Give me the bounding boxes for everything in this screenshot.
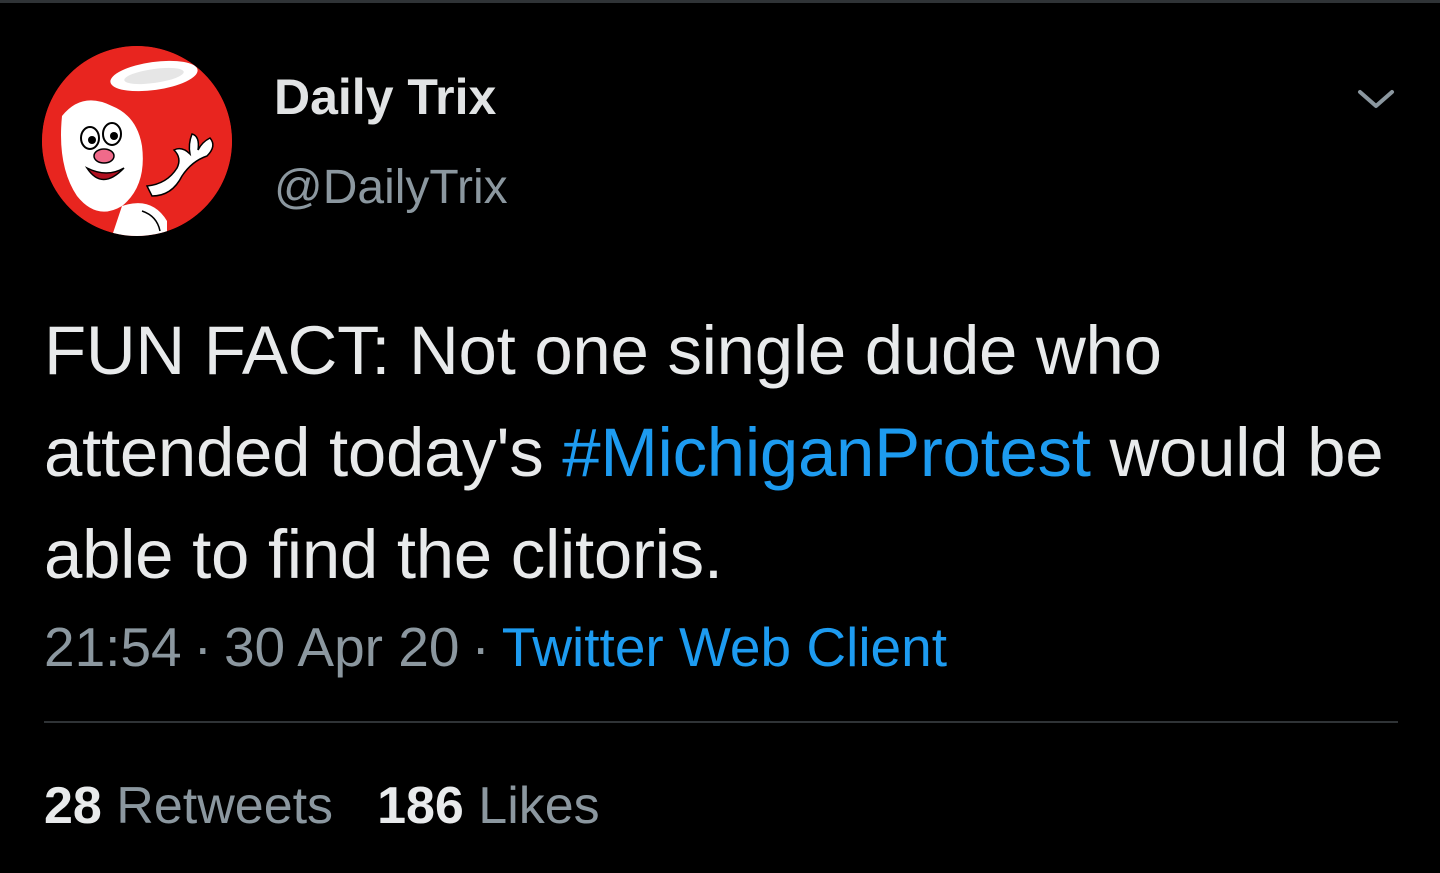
stats-divider <box>44 721 1398 723</box>
retweets-label: Retweets <box>116 777 334 835</box>
chevron-down-icon[interactable] <box>1354 82 1398 116</box>
tweet-client-link[interactable]: Twitter Web Client <box>502 616 947 678</box>
retweets-stat[interactable]: 28 Retweets <box>44 777 333 835</box>
likes-count: 186 <box>377 777 464 835</box>
tweet-date[interactable]: 30 Apr 20 <box>224 616 459 678</box>
avatar[interactable] <box>42 46 232 236</box>
author-display-name[interactable]: Daily Trix <box>274 72 496 122</box>
tweet-time[interactable]: 21:54 <box>44 616 182 678</box>
trix-rabbit-avatar-icon <box>42 46 232 236</box>
tweet-text: FUN FACT: Not one single dude who attend… <box>44 300 1404 606</box>
hashtag-link[interactable]: #MichiganProtest <box>562 414 1091 491</box>
tweet-metadata: 21:54 · 30 Apr 20 · Twitter Web Client <box>44 614 947 680</box>
likes-stat[interactable]: 186 Likes <box>377 777 600 835</box>
tweet-stats: 28 Retweets 186 Likes <box>44 777 600 835</box>
separator-dot: · <box>193 616 212 678</box>
likes-label: Likes <box>478 777 600 835</box>
retweets-count: 28 <box>44 777 102 835</box>
separator-dot: · <box>471 616 490 678</box>
author-handle[interactable]: @DailyTrix <box>274 164 508 212</box>
top-divider <box>0 0 1440 3</box>
tweet-page: Daily Trix @DailyTrix FUN FACT: Not one … <box>0 0 1440 873</box>
